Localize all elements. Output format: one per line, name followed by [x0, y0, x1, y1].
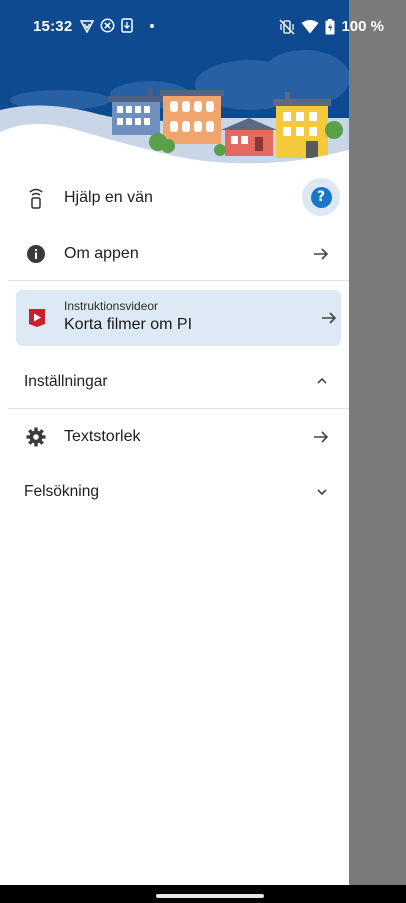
app-screen: Hjälp en vän ? Om appen Instruktionsvide… — [0, 0, 406, 903]
vibrate-off-icon — [279, 19, 295, 34]
menu-item-help-friend[interactable]: Hjälp en vän — [0, 178, 349, 218]
info-icon — [25, 243, 47, 265]
menu-item-about[interactable]: Om appen — [0, 234, 349, 274]
gear-icon — [25, 426, 47, 448]
menu-item-label: Hjälp en vän — [64, 189, 153, 206]
section-settings-header[interactable]: Inställningar — [0, 362, 349, 400]
battery-charging-icon — [325, 18, 335, 34]
dot-icon — [150, 24, 154, 28]
vpn-shield-icon — [80, 19, 94, 33]
menu-item-label: Om appen — [64, 245, 139, 262]
divider — [8, 280, 349, 281]
section-troubleshooting-header[interactable]: Felsökning — [0, 472, 349, 510]
sim-download-icon — [121, 18, 133, 33]
section-label: Felsökning — [24, 483, 99, 500]
status-time: 15:32 — [33, 18, 73, 35]
drawer-scrim[interactable] — [349, 0, 406, 903]
help-question-button[interactable]: ? — [302, 178, 340, 216]
video-card-subtitle: Instruktionsvideor — [64, 299, 159, 313]
arrow-right-icon — [311, 427, 331, 447]
status-bar: 15:32 100 % — [0, 0, 406, 58]
video-play-icon — [28, 308, 46, 328]
remote-device-icon — [25, 187, 47, 209]
section-label: Inställningar — [24, 373, 108, 390]
menu-item-text-size[interactable]: Textstorlek — [0, 417, 349, 457]
chevron-up-icon — [317, 377, 327, 384]
arrow-right-icon — [319, 308, 339, 328]
divider — [8, 408, 349, 409]
navigation-drawer: Hjälp en vän ? Om appen Instruktionsvide… — [0, 0, 349, 885]
video-card-title: Korta filmer om PI — [64, 316, 193, 333]
chevron-down-icon — [317, 489, 327, 496]
help-question-icon: ? — [310, 186, 332, 208]
arrow-right-icon — [311, 244, 331, 264]
wifi-icon — [301, 20, 319, 34]
video-instructions-card[interactable]: Instruktionsvideor Korta filmer om PI — [16, 290, 341, 346]
menu-item-label: Textstorlek — [64, 428, 141, 445]
cancel-circle-icon — [100, 18, 115, 33]
battery-level: 100 % — [341, 18, 384, 35]
home-gesture-handle[interactable] — [156, 894, 264, 898]
